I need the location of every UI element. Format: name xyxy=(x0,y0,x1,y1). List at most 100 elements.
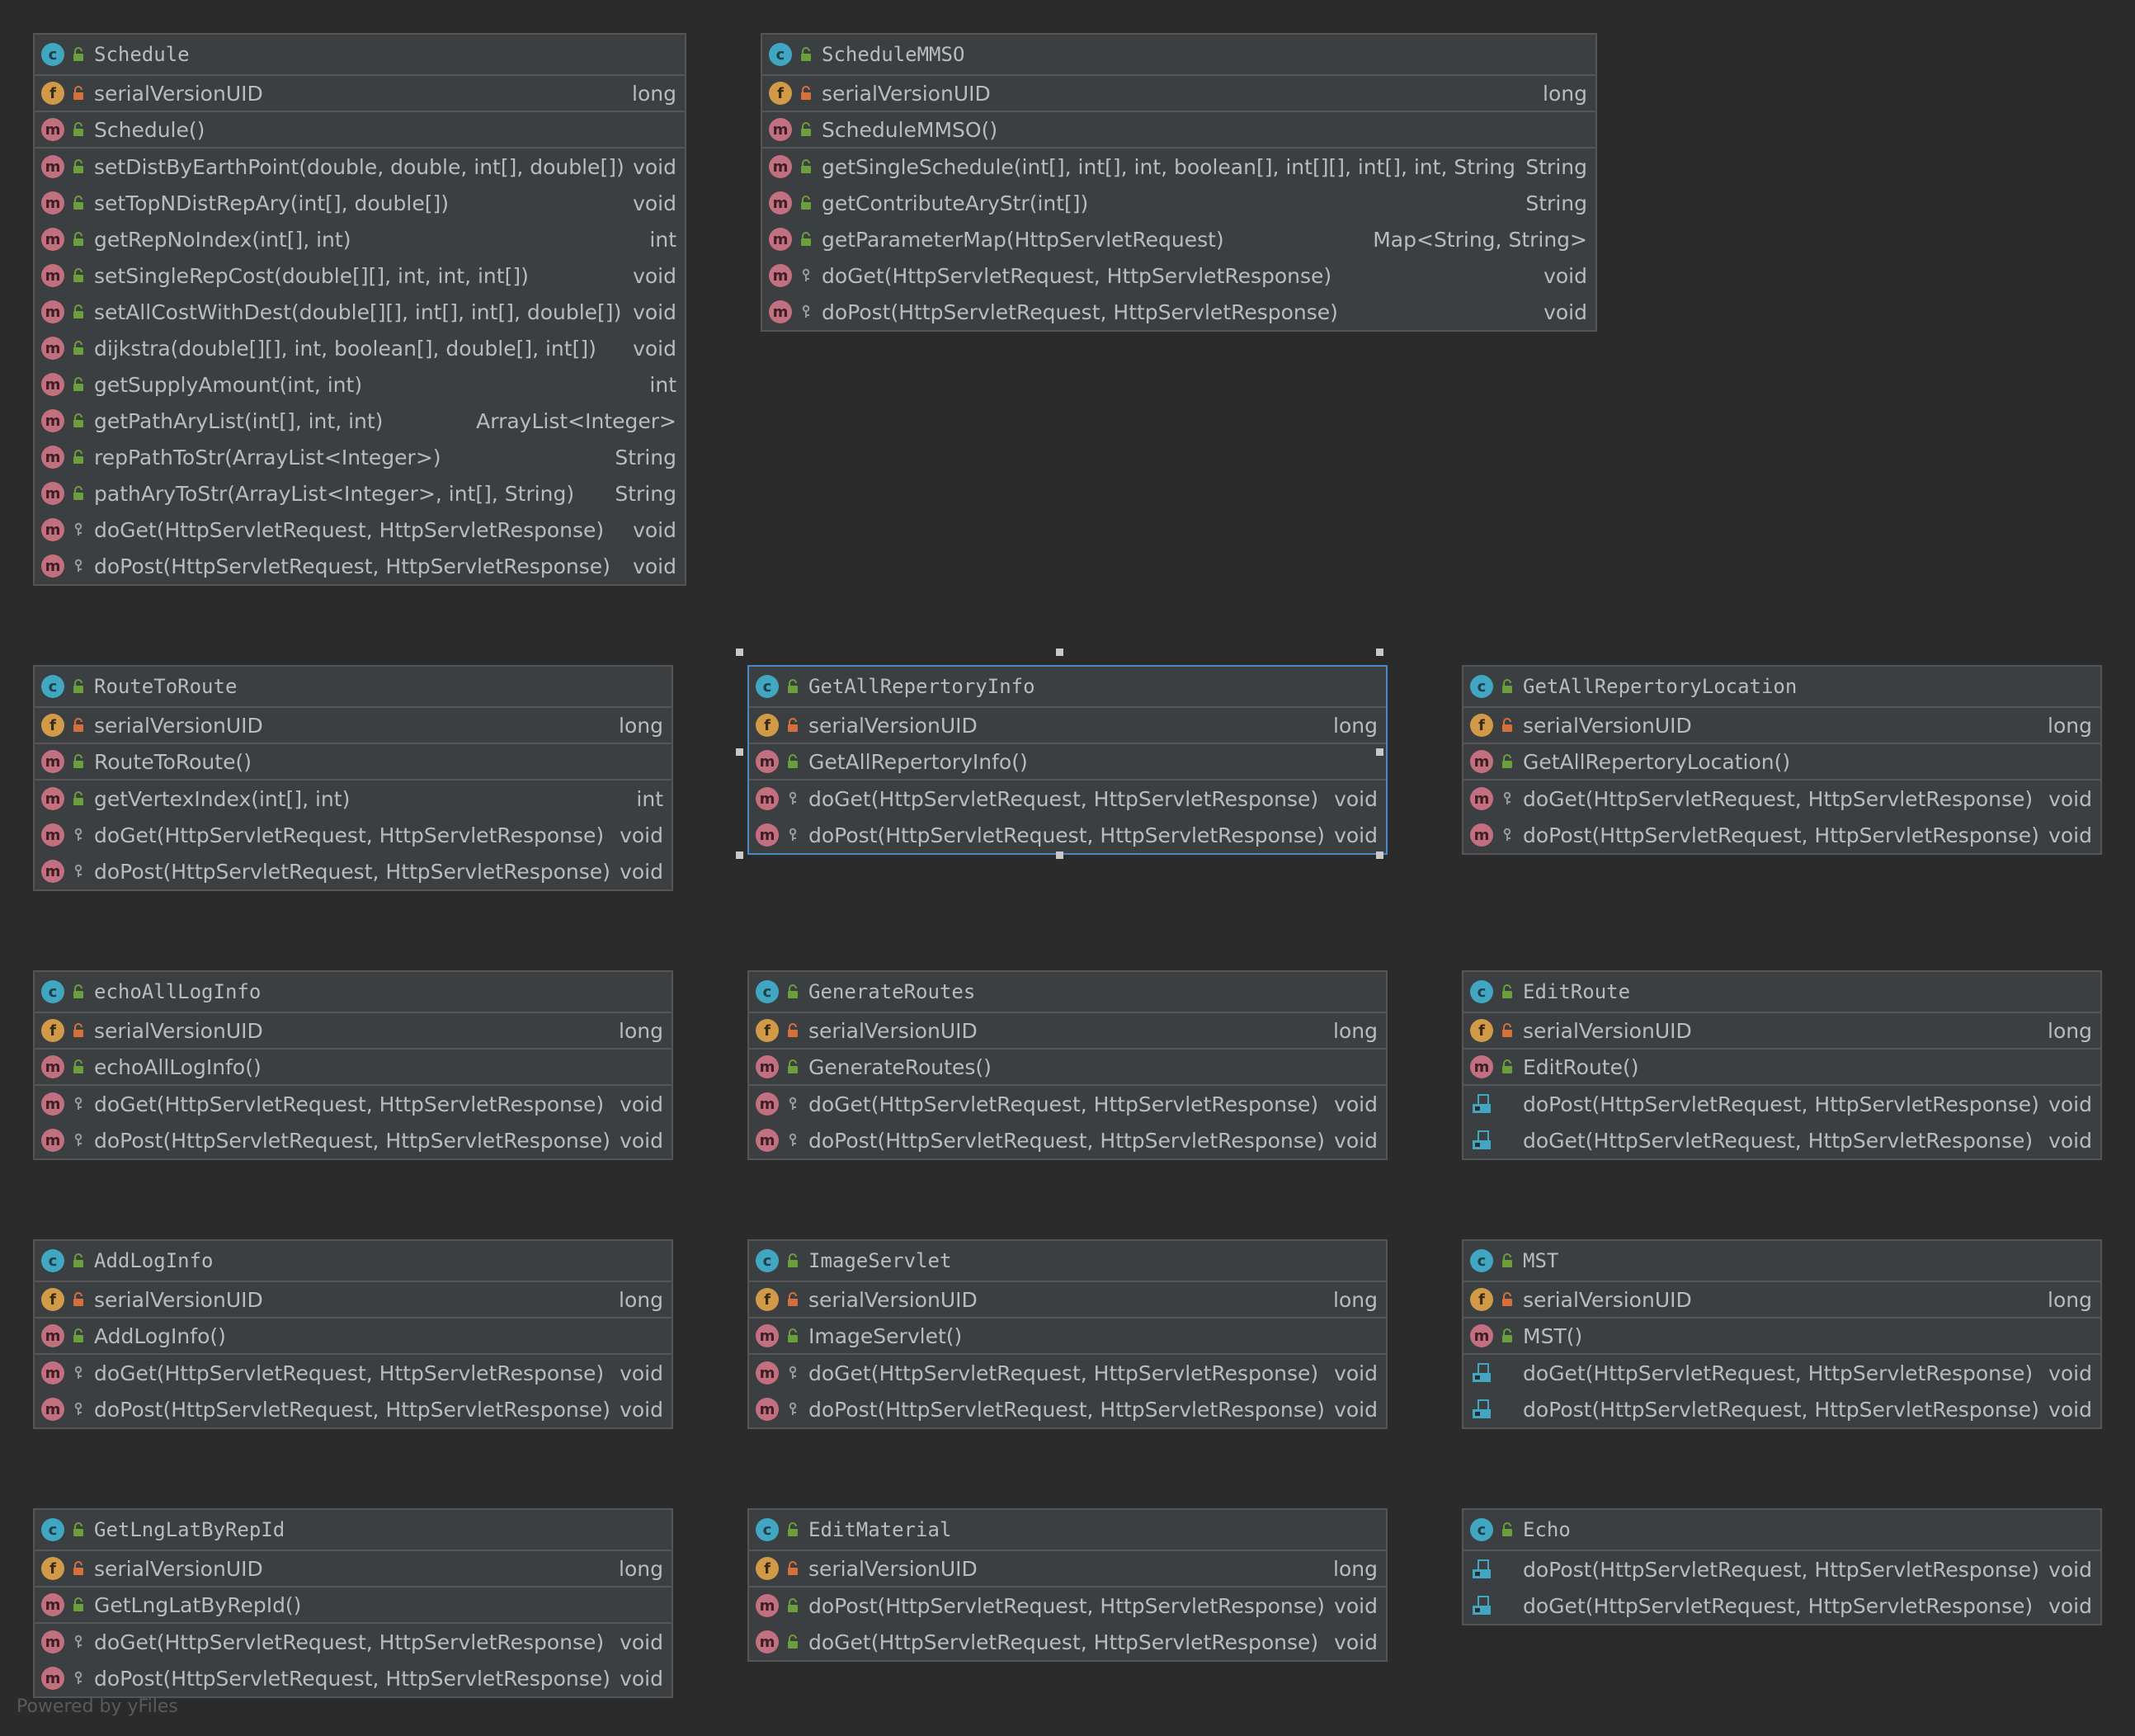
method-row-edit-route[interactable]: m EditRoute() xyxy=(1463,1050,2100,1086)
method-row-do-post[interactable]: m doPost(HttpServletRequest, HttpServletR… xyxy=(762,294,1595,330)
resize-handle-s[interactable] xyxy=(1056,851,1063,859)
method-row-do-get[interactable]: m doGet(HttpServletRequest, HttpServletRe… xyxy=(749,1355,1386,1391)
method-row-do-get[interactable]: m doGet(HttpServletRequest, HttpServletRe… xyxy=(35,512,685,548)
method-row-do-post[interactable]: m doPost(HttpServletRequest, HttpServletR… xyxy=(749,1122,1386,1158)
class-header[interactable]: c ScheduleMMSO xyxy=(762,35,1595,76)
method-row-do-post[interactable]: m doPost(HttpServletRequest, HttpServletR… xyxy=(749,1587,1386,1624)
field-row-serial-version-uid[interactable]: f serialVersionUID long xyxy=(35,1013,672,1050)
method-row-get-all-repertory-info[interactable]: m GetAllRepertoryInfo() xyxy=(749,744,1386,781)
method-row-get-rep-no-index[interactable]: m getRepNoIndex(int[], int) int xyxy=(35,221,685,257)
method-row-do-post[interactable]: doPost(HttpServletRequest, HttpServletRe… xyxy=(1463,1551,2100,1587)
class-header[interactable]: c RouteToRoute xyxy=(35,667,672,708)
method-row-dijkstra[interactable]: m dijkstra(double[][], int, boolean[], do… xyxy=(35,330,685,366)
method-row-do-get[interactable]: doGet(HttpServletRequest, HttpServletRes… xyxy=(1463,1587,2100,1624)
method-row-do-get[interactable]: m doGet(HttpServletRequest, HttpServletRe… xyxy=(1463,781,2100,817)
class-node-schedule-mmso[interactable]: c ScheduleMMSO f serialVersionUID long m Sched… xyxy=(761,33,1597,332)
method-row-do-get[interactable]: m doGet(HttpServletRequest, HttpServletRe… xyxy=(749,1086,1386,1122)
method-row-do-post[interactable]: m doPost(HttpServletRequest, HttpServletR… xyxy=(35,1660,672,1696)
method-row-do-post[interactable]: m doPost(HttpServletRequest, HttpServletR… xyxy=(35,1391,672,1427)
class-header[interactable]: c GetLngLatByRepId xyxy=(35,1510,672,1551)
class-node-get-all-repertory-location[interactable]: c GetAllRepertoryLocation f serialVersionUI… xyxy=(1462,665,2102,855)
method-row-do-post[interactable]: m doPost(HttpServletRequest, HttpServletR… xyxy=(749,1391,1386,1427)
method-row-do-post[interactable]: m doPost(HttpServletRequest, HttpServletR… xyxy=(1463,817,2100,853)
method-row-path-ary-to-str[interactable]: m pathAryToStr(ArrayList<Integer>, int[],… xyxy=(35,475,685,512)
uml-diagram-canvas[interactable]: c Schedule f serialVersionUID long m Schedule(… xyxy=(0,0,2135,1736)
class-header[interactable]: c EditMaterial xyxy=(749,1510,1386,1551)
method-row-do-get[interactable]: m doGet(HttpServletRequest, HttpServletRe… xyxy=(35,817,672,853)
class-node-generate-routes[interactable]: c GenerateRoutes f serialVersionUID long m Gen… xyxy=(747,970,1388,1160)
class-node-echo[interactable]: c Echo doPost(HttpServletRequest, HttpServ… xyxy=(1462,1508,2102,1625)
field-row-serial-version-uid[interactable]: f serialVersionUID long xyxy=(749,1282,1386,1319)
method-row-do-post[interactable]: m doPost(HttpServletRequest, HttpServletR… xyxy=(35,1122,672,1158)
class-node-add-log-info[interactable]: c AddLogInfo f serialVersionUID long m AddLogI… xyxy=(33,1239,673,1429)
method-row-do-get[interactable]: m doGet(HttpServletRequest, HttpServletRe… xyxy=(35,1086,672,1122)
field-row-serial-version-uid[interactable]: f serialVersionUID long xyxy=(1463,708,2100,744)
class-header[interactable]: c Echo xyxy=(1463,1510,2100,1551)
field-row-serial-version-uid[interactable]: f serialVersionUID long xyxy=(762,76,1595,112)
method-row-do-post[interactable]: m doPost(HttpServletRequest, HttpServletR… xyxy=(35,548,685,584)
resize-handle-e[interactable] xyxy=(1376,748,1383,756)
method-row-get-single-schedule[interactable]: m getSingleSchedule(int[], int[], int, bo… xyxy=(762,149,1595,185)
resize-handle-se[interactable] xyxy=(1376,851,1383,859)
method-row-add-log-info[interactable]: m AddLogInfo() xyxy=(35,1319,672,1355)
method-row-do-post[interactable]: doPost(HttpServletRequest, HttpServletRe… xyxy=(1463,1391,2100,1427)
field-row-serial-version-uid[interactable]: f serialVersionUID long xyxy=(35,708,672,744)
method-row-do-post[interactable]: m doPost(HttpServletRequest, HttpServletR… xyxy=(35,853,672,889)
method-row-do-get[interactable]: m doGet(HttpServletRequest, HttpServletRe… xyxy=(35,1624,672,1660)
class-node-mst[interactable]: c MST f serialVersionUID long m MST() doGet(Htt… xyxy=(1462,1239,2102,1429)
method-row-set-all-cost-with-dest[interactable]: m setAllCostWithDest(double[][], int[], i… xyxy=(35,294,685,330)
method-row-get-supply-amount[interactable]: m getSupplyAmount(int, int) int xyxy=(35,366,685,403)
class-header[interactable]: c AddLogInfo xyxy=(35,1241,672,1282)
class-node-schedule[interactable]: c Schedule f serialVersionUID long m Schedule(… xyxy=(33,33,686,586)
class-node-get-all-repertory-info[interactable]: c GetAllRepertoryInfo f serialVersionUID lon… xyxy=(747,665,1388,855)
method-row-image-servlet[interactable]: m ImageServlet() xyxy=(749,1319,1386,1355)
field-row-serial-version-uid[interactable]: f serialVersionUID long xyxy=(749,1551,1386,1587)
class-node-edit-material[interactable]: c EditMaterial f serialVersionUID long m doPos… xyxy=(747,1508,1388,1662)
method-row-route-to-route[interactable]: m RouteToRoute() xyxy=(35,744,672,781)
class-header[interactable]: c GetAllRepertoryLocation xyxy=(1463,667,2100,708)
class-node-route-to-route[interactable]: c RouteToRoute f serialVersionUID long m Route… xyxy=(33,665,673,891)
method-row-get-all-repertory-location[interactable]: m GetAllRepertoryLocation() xyxy=(1463,744,2100,781)
class-node-edit-route[interactable]: c EditRoute f serialVersionUID long m EditRout… xyxy=(1462,970,2102,1160)
method-row-do-get[interactable]: m doGet(HttpServletRequest, HttpServletRe… xyxy=(35,1355,672,1391)
field-row-serial-version-uid[interactable]: f serialVersionUID long xyxy=(35,76,685,112)
method-row-set-dist-by-earth-point[interactable]: m setDistByEarthPoint(double, double, int… xyxy=(35,149,685,185)
method-row-get-parameter-map[interactable]: m getParameterMap(HttpServletRequest) Map<… xyxy=(762,221,1595,257)
field-row-serial-version-uid[interactable]: f serialVersionUID long xyxy=(749,708,1386,744)
class-header[interactable]: c echoAllLogInfo xyxy=(35,972,672,1013)
class-header[interactable]: c GenerateRoutes xyxy=(749,972,1386,1013)
method-row-schedule-mmso[interactable]: m ScheduleMMSO() xyxy=(762,112,1595,149)
method-row-do-post[interactable]: m doPost(HttpServletRequest, HttpServletR… xyxy=(749,817,1386,853)
class-header[interactable]: c GetAllRepertoryInfo xyxy=(749,667,1386,708)
method-row-get-path-ary-list[interactable]: m getPathAryList(int[], int, int) ArrayLis… xyxy=(35,403,685,439)
method-row-do-get[interactable]: doGet(HttpServletRequest, HttpServletRes… xyxy=(1463,1355,2100,1391)
class-header[interactable]: c ImageServlet xyxy=(749,1241,1386,1282)
method-row-echo-all-log-info[interactable]: m echoAllLogInfo() xyxy=(35,1050,672,1086)
resize-handle-nw[interactable] xyxy=(736,649,743,656)
method-row-do-get[interactable]: doGet(HttpServletRequest, HttpServletRes… xyxy=(1463,1122,2100,1158)
resize-handle-n[interactable] xyxy=(1056,649,1063,656)
field-row-serial-version-uid[interactable]: f serialVersionUID long xyxy=(1463,1013,2100,1050)
method-row-do-get[interactable]: m doGet(HttpServletRequest, HttpServletRe… xyxy=(749,1624,1386,1660)
method-row-do-get[interactable]: m doGet(HttpServletRequest, HttpServletRe… xyxy=(749,781,1386,817)
method-row-get-contribute-ary-str[interactable]: m getContributeAryStr(int[]) String xyxy=(762,185,1595,221)
class-node-echo-all-log-info[interactable]: c echoAllLogInfo f serialVersionUID long m ech… xyxy=(33,970,673,1160)
method-row-get-vertex-index[interactable]: m getVertexIndex(int[], int) int xyxy=(35,781,672,817)
method-row-set-top-ndist-rep-ary[interactable]: m setTopNDistRepAry(int[], double[]) void xyxy=(35,185,685,221)
method-row-rep-path-to-str[interactable]: m repPathToStr(ArrayList<Integer>) String xyxy=(35,439,685,475)
class-header[interactable]: c Schedule xyxy=(35,35,685,76)
resize-handle-w[interactable] xyxy=(736,748,743,756)
field-row-serial-version-uid[interactable]: f serialVersionUID long xyxy=(35,1282,672,1319)
method-row-generate-routes[interactable]: m GenerateRoutes() xyxy=(749,1050,1386,1086)
field-row-serial-version-uid[interactable]: f serialVersionUID long xyxy=(1463,1282,2100,1319)
method-row-set-single-rep-cost[interactable]: m setSingleRepCost(double[][], int, int, … xyxy=(35,257,685,294)
method-row-schedule[interactable]: m Schedule() xyxy=(35,112,685,149)
method-row-do-get[interactable]: m doGet(HttpServletRequest, HttpServletRe… xyxy=(762,257,1595,294)
resize-handle-ne[interactable] xyxy=(1376,649,1383,656)
class-header[interactable]: c MST xyxy=(1463,1241,2100,1282)
class-node-get-lng-lat-by-rep-id[interactable]: c GetLngLatByRepId f serialVersionUID long m G… xyxy=(33,1508,673,1698)
class-node-image-servlet[interactable]: c ImageServlet f serialVersionUID long m Image… xyxy=(747,1239,1388,1429)
class-header[interactable]: c EditRoute xyxy=(1463,972,2100,1013)
method-row-do-post[interactable]: doPost(HttpServletRequest, HttpServletRe… xyxy=(1463,1086,2100,1122)
method-row-get-lng-lat-by-rep-id[interactable]: m GetLngLatByRepId() xyxy=(35,1587,672,1624)
